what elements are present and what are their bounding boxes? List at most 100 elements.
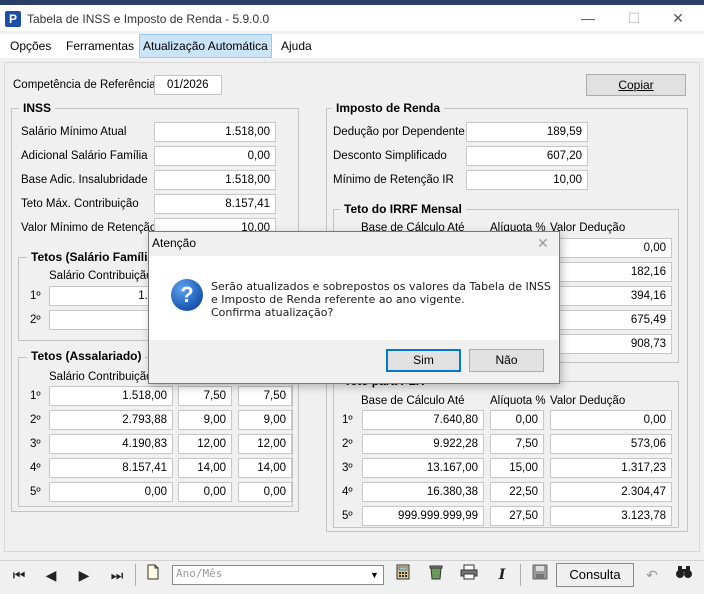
plr-deducao-input[interactable]: 3.123,78 [550,506,672,526]
deducao-dependente-input[interactable]: 189,59 [466,122,588,142]
close-icon[interactable]: ✕ [668,9,688,27]
dialog-message-line: Serão atualizados e sobrepostos os valor… [211,280,551,293]
italic-icon[interactable]: I [489,564,515,586]
sim-button[interactable]: Sim [386,349,461,372]
assalariado-row-label: 3º [30,438,41,450]
plr-deducao-input[interactable]: 573,06 [550,434,672,454]
teto-contribuicao-input[interactable]: 8.157,41 [154,194,276,214]
assalariado-row-label: 2º [30,414,41,426]
assalariado-salario-input[interactable]: 4.190,83 [49,434,173,454]
assalariado-aliquota2-input[interactable]: 0,00 [238,482,292,502]
assalariado-salario-input[interactable]: 8.157,41 [49,458,173,478]
assalariado-aliquota-input[interactable]: 12,00 [178,434,232,454]
plr-header-base: Base de Cálculo Até [361,395,465,407]
assalariado-aliquota-input[interactable]: 0,00 [178,482,232,502]
toolbar-separator [135,564,136,586]
last-record-icon[interactable]: ⏭ [104,564,130,586]
desconto-simplificado-label: Desconto Simplificado [333,150,447,162]
app-logo-icon: P [5,11,21,27]
assalariado-salario-input[interactable]: 1.518,00 [49,386,173,406]
tetos-familia-row-label: 1º [30,290,41,302]
irrf-mensal-deducao-input[interactable]: 394,16 [550,286,672,306]
dialog-close-icon[interactable]: ✕ [537,235,549,252]
salario-minimo-input[interactable]: 1.518,00 [154,122,276,142]
assalariado-aliquota-input[interactable]: 14,00 [178,458,232,478]
printer-icon[interactable] [456,564,482,586]
plr-base-input[interactable]: 13.167,00 [362,458,484,478]
consulta-button[interactable]: Consulta [556,563,634,587]
copiar-button[interactable]: Copiar [586,74,686,96]
chevron-down-icon[interactable]: ▼ [366,566,383,584]
next-record-icon[interactable]: ▶ [71,564,97,586]
prev-record-icon[interactable]: ◀ [38,564,64,586]
adicional-salario-familia-input[interactable]: 0,00 [154,146,276,166]
assalariado-row-label: 1º [30,390,41,402]
recycle-icon[interactable] [423,564,449,586]
plr-aliquota-input[interactable]: 22,50 [490,482,544,502]
first-record-icon[interactable]: ⏮ [6,564,32,586]
calculator-icon[interactable] [390,564,416,586]
plr-row-label: 1º [342,414,353,426]
plr-header-aliquota: Alíquota % [490,395,546,407]
plr-row-label: 5º [342,510,353,522]
tetos-familia-col-header: Salário Contribuição [49,270,153,282]
menu-opcoes[interactable]: Opções [7,34,54,58]
menu-atualizacao-automatica[interactable]: Atualização Automática [139,34,272,58]
assalariado-aliquota2-input[interactable]: 14,00 [238,458,292,478]
undo-icon[interactable]: ↶ [639,564,665,586]
plr-deducao-input[interactable]: 0,00 [550,410,672,430]
assalariado-row-label: 4º [30,462,41,474]
plr-header-deducao: Valor Dedução [550,395,626,407]
tetos-assalariado-col-header: Salário Contribuição [49,371,153,383]
competencia-input[interactable]: 01/2026 [154,75,222,95]
plr-aliquota-input[interactable]: 0,00 [490,410,544,430]
base-insalubridade-label: Base Adic. Insalubridade [21,174,148,186]
plr-row-label: 4º [342,486,353,498]
menu-ajuda[interactable]: Ajuda [278,34,315,58]
valor-minimo-retencao-label: Valor Mínimo de Retenção [21,222,157,234]
plr-deducao-input[interactable]: 2.304,47 [550,482,672,502]
plr-deducao-input[interactable]: 1.317,23 [550,458,672,478]
plr-base-input[interactable]: 16.380,38 [362,482,484,502]
minimo-retencao-ir-input[interactable]: 10,00 [466,170,588,190]
inss-title: INSS [19,101,56,115]
irrf-mensal-deducao-input[interactable]: 675,49 [550,310,672,330]
base-insalubridade-input[interactable]: 1.518,00 [154,170,276,190]
assalariado-salario-input[interactable]: 0,00 [49,482,173,502]
minimo-retencao-ir-label: Mínimo de Retenção IR [333,174,454,186]
plr-aliquota-input[interactable]: 27,50 [490,506,544,526]
competencia-label: Competência de Referência [13,79,156,91]
minimize-icon[interactable]: — [578,9,598,27]
irrf-mensal-deducao-input[interactable]: 908,73 [550,334,672,354]
new-document-icon[interactable] [140,564,166,586]
assalariado-aliquota2-input[interactable]: 12,00 [238,434,292,454]
salario-minimo-label: Salário Mínimo Atual [21,126,127,138]
irrf-mensal-deducao-input[interactable]: 0,00 [550,238,672,258]
assalariado-aliquota-input[interactable]: 7,50 [178,386,232,406]
plr-aliquota-input[interactable]: 7,50 [490,434,544,454]
irrf-mensal-header-deducao: Valor Dedução [550,222,626,234]
assalariado-aliquota-input[interactable]: 9,00 [178,410,232,430]
question-icon: ? [171,279,203,311]
ano-mes-placeholder: Ano/Mês [176,567,223,580]
maximize-icon[interactable]: ☐ [624,9,644,27]
adicional-salario-familia-label: Adicional Salário Família [21,150,148,162]
nao-button[interactable]: Não [469,349,544,372]
plr-base-input[interactable]: 7.640,80 [362,410,484,430]
dialog-message-line: e Imposto de Renda referente ao ano vige… [211,293,465,306]
irrf-mensal-deducao-input[interactable]: 182,16 [550,262,672,282]
save-icon[interactable] [527,564,553,586]
assalariado-salario-input[interactable]: 2.793,88 [49,410,173,430]
plr-row-label: 3º [342,462,353,474]
binoculars-icon[interactable] [671,564,697,586]
assalariado-aliquota2-input[interactable]: 7,50 [238,386,292,406]
tetos-assalariado-title: Tetos (Assalariado) [27,349,146,363]
assalariado-aliquota2-input[interactable]: 9,00 [238,410,292,430]
plr-base-input[interactable]: 999.999.999,99 [362,506,484,526]
toolbar-separator [520,564,521,586]
desconto-simplificado-input[interactable]: 607,20 [466,146,588,166]
menu-ferramentas[interactable]: Ferramentas [63,34,137,58]
plr-aliquota-input[interactable]: 15,00 [490,458,544,478]
ir-title: Imposto de Renda [332,101,445,115]
plr-base-input[interactable]: 9.922,28 [362,434,484,454]
